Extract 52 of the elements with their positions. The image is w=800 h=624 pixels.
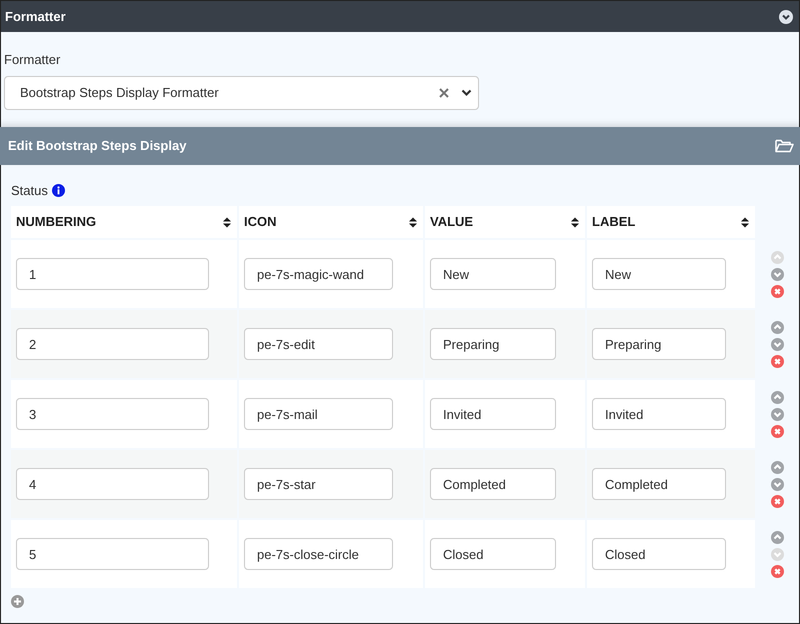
text-input[interactable]: 4: [16, 468, 209, 500]
move-up-icon[interactable]: [770, 320, 784, 334]
text-input[interactable]: pe-7s-magic-wand: [244, 258, 393, 290]
remove-icon[interactable]: [770, 564, 784, 578]
text-input[interactable]: Completed: [592, 468, 726, 500]
move-down-icon[interactable]: [770, 408, 784, 420]
move-down-icon[interactable]: [770, 478, 784, 490]
info-icon[interactable]: [52, 184, 65, 197]
text-input[interactable]: Invited: [430, 398, 556, 430]
text-input[interactable]: Completed: [430, 468, 556, 500]
text-input[interactable]: Closed: [592, 538, 726, 570]
move-down-icon[interactable]: [770, 268, 784, 280]
text-input[interactable]: Invited: [592, 398, 726, 430]
caret-icon[interactable]: [461, 88, 472, 96]
text-input[interactable]: Preparing: [592, 328, 726, 360]
collapse-icon[interactable]: [779, 10, 793, 24]
sort-icon[interactable]: [741, 216, 749, 228]
move-up-icon[interactable]: [770, 530, 784, 544]
remove-icon[interactable]: [770, 354, 784, 368]
sort-icon[interactable]: [409, 216, 417, 228]
add-icon[interactable]: [11, 595, 24, 608]
remove-icon[interactable]: [770, 424, 784, 438]
move-down-icon[interactable]: [770, 338, 784, 350]
panel-title: Formatter: [5, 8, 66, 26]
folder-icon[interactable]: [775, 138, 794, 152]
text-input[interactable]: New: [592, 258, 726, 290]
text-input[interactable]: pe-7s-edit: [244, 328, 393, 360]
column-header[interactable]: LABEL: [587, 206, 755, 238]
text-input[interactable]: 1: [16, 258, 209, 290]
field-label: Formatter: [4, 51, 60, 69]
text-input[interactable]: 3: [16, 398, 209, 430]
text-input[interactable]: New: [430, 258, 556, 290]
column-header[interactable]: ICON: [239, 206, 423, 238]
text-input[interactable]: pe-7s-star: [244, 468, 393, 500]
text-input[interactable]: 5: [16, 538, 209, 570]
text-input[interactable]: pe-7s-mail: [244, 398, 393, 430]
sort-icon[interactable]: [223, 216, 231, 228]
move-up-icon[interactable]: [770, 460, 784, 474]
clear-icon[interactable]: [439, 88, 449, 98]
formatter-select[interactable]: Bootstrap Steps Display Formatter: [4, 76, 479, 110]
text-input[interactable]: Preparing: [430, 328, 556, 360]
text-input[interactable]: 2: [16, 328, 209, 360]
text-input[interactable]: pe-7s-close-circle: [244, 538, 393, 570]
column-header[interactable]: VALUE: [425, 206, 585, 238]
remove-icon[interactable]: [770, 284, 784, 298]
text-input[interactable]: Closed: [430, 538, 556, 570]
section-title: Edit Bootstrap Steps Display: [8, 136, 186, 155]
sort-icon[interactable]: [571, 216, 579, 228]
remove-icon[interactable]: [770, 494, 784, 508]
move-up-icon[interactable]: [770, 390, 784, 404]
column-header[interactable]: NUMBERING: [11, 206, 237, 238]
status-label: Status: [11, 182, 48, 200]
